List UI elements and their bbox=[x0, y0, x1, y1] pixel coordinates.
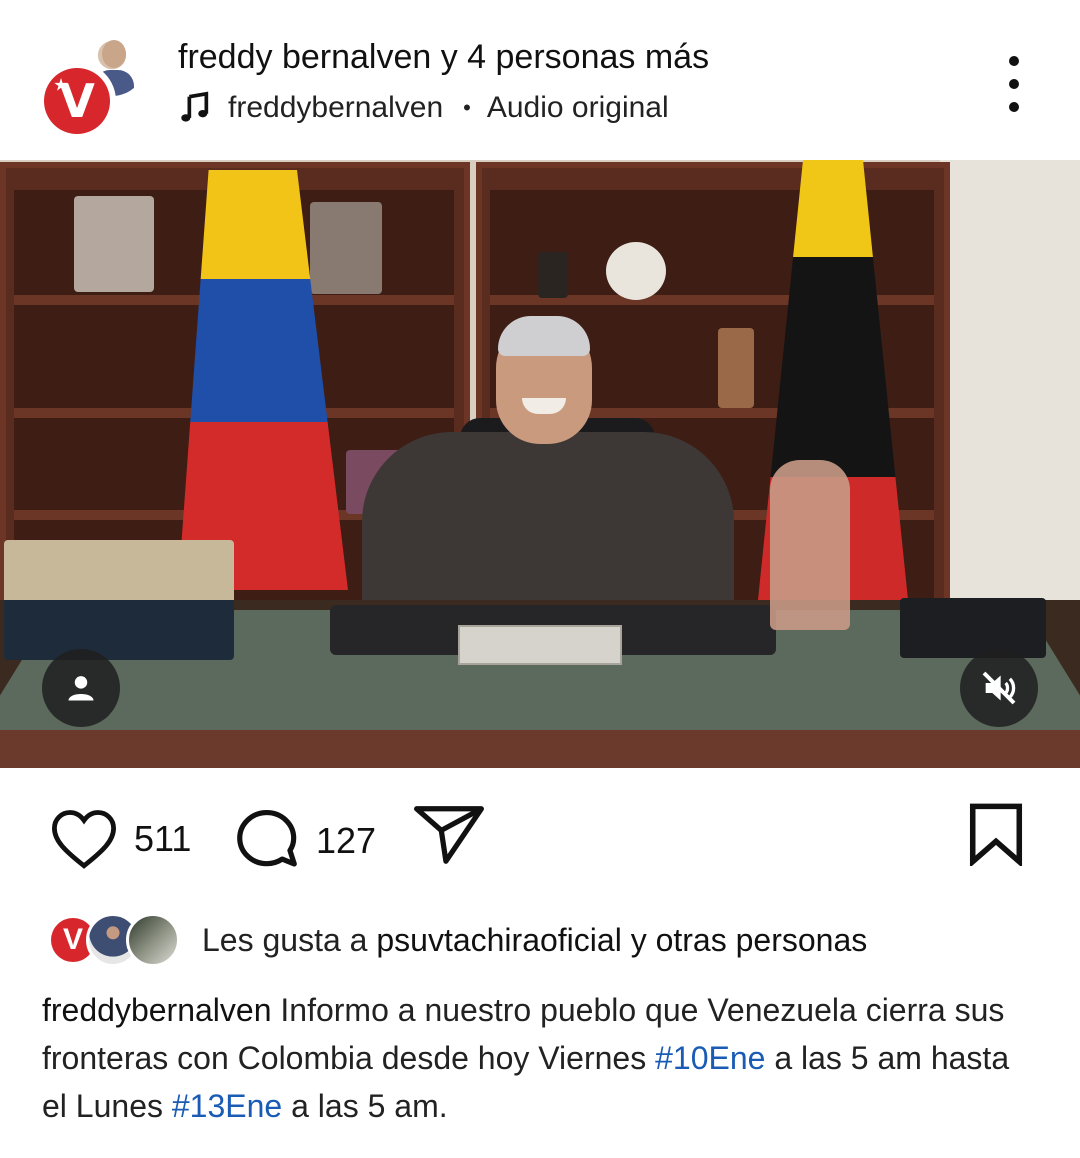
collab-avatars[interactable]: V bbox=[38, 26, 153, 140]
muted-speaker-icon[interactable] bbox=[960, 649, 1038, 727]
avatar-psuv[interactable]: V bbox=[38, 62, 116, 140]
bookmark-icon[interactable] bbox=[966, 802, 1026, 866]
liked-by-others[interactable]: y otras personas bbox=[631, 922, 868, 958]
liked-by-user[interactable]: psuvtachiraoficial bbox=[376, 922, 621, 958]
separator-dot: • bbox=[463, 95, 471, 120]
action-bar: 511 127 bbox=[0, 768, 1080, 908]
angel-statue bbox=[770, 460, 850, 630]
audio-label[interactable]: Audio original bbox=[487, 91, 669, 125]
share-icon[interactable] bbox=[412, 804, 486, 866]
post-authors[interactable]: freddy bernalven y 4 personas más bbox=[178, 38, 709, 77]
audio-user[interactable]: freddybernalven bbox=[228, 91, 443, 125]
post-header: V freddy bernalven y 4 personas más fred… bbox=[0, 0, 1080, 160]
speaker bbox=[362, 432, 734, 612]
comment-group: 127 bbox=[232, 808, 376, 874]
comments-count[interactable]: 127 bbox=[316, 820, 376, 862]
person-icon[interactable] bbox=[42, 649, 120, 727]
comment-icon[interactable] bbox=[232, 808, 302, 874]
hashtag-link[interactable]: #10Ene bbox=[655, 1040, 765, 1076]
likes-count[interactable]: 511 bbox=[134, 818, 191, 860]
caption-user[interactable]: freddybernalven bbox=[42, 992, 271, 1028]
liked-by-text: Les gusta a psuvtachiraoficial y otras p… bbox=[202, 921, 868, 958]
more-options-icon[interactable] bbox=[998, 56, 1030, 112]
post-caption: freddybernalven Informo a nuestro pueblo… bbox=[42, 992, 1010, 1124]
nameplate bbox=[458, 625, 622, 665]
heart-icon[interactable] bbox=[48, 808, 120, 870]
hashtag-link[interactable]: #13Ene bbox=[172, 1088, 282, 1124]
liked-by-row[interactable]: V Les gusta a psuvtachiraoficial y otras… bbox=[46, 908, 867, 972]
audio-row[interactable]: freddybernalven • Audio original bbox=[178, 90, 669, 126]
music-note-icon bbox=[181, 91, 209, 122]
psuv-logo: V bbox=[44, 68, 110, 134]
liker-avatar[interactable] bbox=[126, 913, 180, 967]
like-group: 511 bbox=[48, 808, 191, 870]
desk-photo-display bbox=[4, 540, 234, 660]
post-video[interactable] bbox=[0, 160, 1080, 768]
